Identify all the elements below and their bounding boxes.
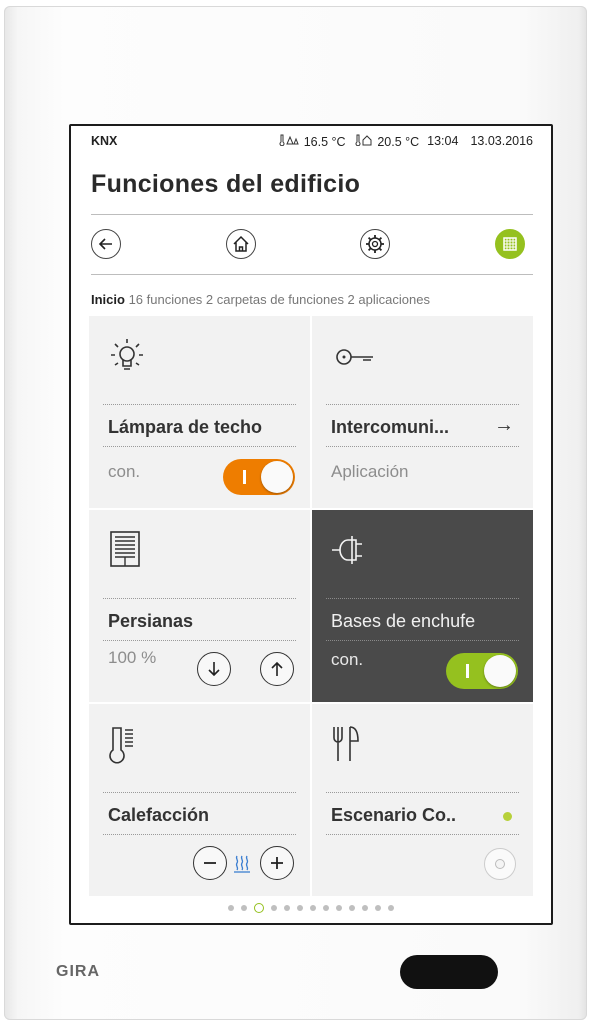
blinds-icon — [110, 531, 140, 567]
page-dot[interactable] — [336, 905, 342, 911]
settings-button[interactable] — [360, 229, 390, 259]
page-dot[interactable] — [284, 905, 290, 911]
page-dot[interactable] — [228, 905, 234, 911]
page-indicator[interactable] — [71, 903, 551, 913]
tile-name: Intercomuni... — [331, 417, 450, 437]
page-dot[interactable] — [241, 905, 247, 911]
home-icon — [233, 235, 249, 252]
blinds-up-button[interactable] — [260, 652, 294, 686]
tile-status: con. — [331, 650, 364, 669]
tile-ceiling-lamp[interactable]: Lámpara de techo con. — [89, 316, 310, 508]
divider — [326, 792, 519, 793]
tile-scene[interactable]: Escenario Co.. — [312, 704, 533, 896]
page-dot[interactable] — [375, 905, 381, 911]
indoor-temperature: 20.5 °C — [354, 134, 420, 149]
indoor-thermometer-icon — [354, 134, 376, 149]
page-dot[interactable] — [297, 905, 303, 911]
page-dot[interactable] — [271, 905, 277, 911]
display: KNX 16.5 °C 20.5 °C 13:04 13.03.2016 Fun… — [71, 126, 551, 923]
system-label: KNX — [91, 134, 118, 148]
tile-blinds[interactable]: Persianas 100 % — [89, 510, 310, 702]
tile-status: Aplicación — [331, 462, 409, 481]
tile-status: con. — [108, 462, 141, 481]
page-dot[interactable] — [362, 905, 368, 911]
divider — [103, 404, 296, 405]
divider — [103, 640, 296, 641]
minus-icon — [204, 862, 216, 864]
function-grid: Lámpara de techo con. Intercomuni... → A… — [89, 316, 533, 896]
grid-view-button[interactable] — [495, 229, 525, 259]
toggle-on-mark — [466, 664, 469, 678]
divider — [326, 598, 519, 599]
tile-name: Escenario Co.. — [331, 805, 457, 825]
divider — [326, 446, 519, 447]
page-dot[interactable] — [310, 905, 316, 911]
tile-name: Calefacción — [108, 805, 210, 825]
sockets-toggle[interactable] — [446, 653, 518, 689]
breadcrumb: Inicio 16 funciones 2 carpetas de funcio… — [91, 292, 430, 307]
heating-icon — [234, 855, 250, 873]
open-arrow-icon[interactable]: → — [494, 414, 514, 437]
arrow-down-icon — [208, 662, 220, 677]
divider — [91, 274, 533, 275]
tile-intercom[interactable]: Intercomuni... → Aplicación — [312, 316, 533, 508]
toggle-knob — [261, 461, 293, 493]
page-title: Funciones del edificio — [91, 170, 361, 198]
scene-button-dot — [495, 859, 505, 869]
heating-minus-button[interactable] — [193, 846, 227, 880]
plus-icon — [271, 857, 283, 869]
tile-heating[interactable]: Calefacción — [89, 704, 310, 896]
brand-logo: GIRA — [56, 963, 100, 980]
plug-icon — [332, 536, 362, 564]
indoor-temp-value: 20.5 °C — [377, 135, 420, 149]
lightbulb-icon — [111, 339, 143, 370]
arrow-up-icon — [271, 661, 283, 676]
outdoor-temperature: 16.5 °C — [278, 134, 346, 149]
tile-status: 100 % — [108, 648, 157, 667]
fork-knife-icon — [333, 726, 359, 761]
date: 13.03.2016 — [470, 134, 533, 148]
divider — [91, 214, 533, 215]
outdoor-temp-value: 16.5 °C — [303, 135, 346, 149]
toggle-knob — [484, 655, 516, 687]
tile-name: Lámpara de techo — [108, 417, 263, 437]
home-button[interactable] — [226, 229, 256, 259]
clock: 13:04 — [427, 134, 459, 148]
lamp-toggle[interactable] — [223, 459, 295, 495]
page-dot[interactable] — [388, 905, 394, 911]
page-dot-current[interactable] — [254, 903, 264, 913]
back-button[interactable] — [91, 229, 121, 259]
breadcrumb-summary: 16 funciones 2 carpetas de funciones 2 a… — [128, 292, 430, 307]
toggle-on-mark — [243, 470, 246, 484]
divider — [326, 640, 519, 641]
grid-view-icon — [503, 237, 517, 251]
page-dot[interactable] — [323, 905, 329, 911]
tile-name: Persianas — [108, 611, 194, 631]
outdoor-thermometer-icon — [278, 134, 302, 149]
divider — [103, 598, 296, 599]
page-dot[interactable] — [349, 905, 355, 911]
divider — [103, 446, 296, 447]
divider — [326, 404, 519, 405]
thermometer-icon — [109, 727, 133, 764]
tile-name: Bases de enchufe — [331, 611, 476, 631]
scene-trigger-button[interactable] — [484, 848, 516, 880]
divider — [103, 834, 296, 835]
tile-sockets[interactable]: Bases de enchufe con. — [312, 510, 533, 702]
back-arrow-icon — [98, 238, 112, 250]
device-frame: KNX 16.5 °C 20.5 °C 13:04 13.03.2016 Fun… — [4, 6, 587, 1020]
heating-plus-button[interactable] — [260, 846, 294, 880]
key-icon — [336, 349, 373, 365]
status-bar: KNX 16.5 °C 20.5 °C 13:04 13.03.2016 — [91, 134, 533, 154]
proximity-sensor — [400, 955, 498, 989]
divider — [326, 834, 519, 835]
blinds-down-button[interactable] — [197, 652, 231, 686]
screen-bezel: KNX 16.5 °C 20.5 °C 13:04 13.03.2016 Fun… — [69, 124, 553, 925]
gear-icon — [366, 235, 384, 253]
divider — [103, 792, 296, 793]
breadcrumb-current[interactable]: Inicio — [91, 292, 125, 307]
scene-status-indicator — [503, 812, 512, 821]
